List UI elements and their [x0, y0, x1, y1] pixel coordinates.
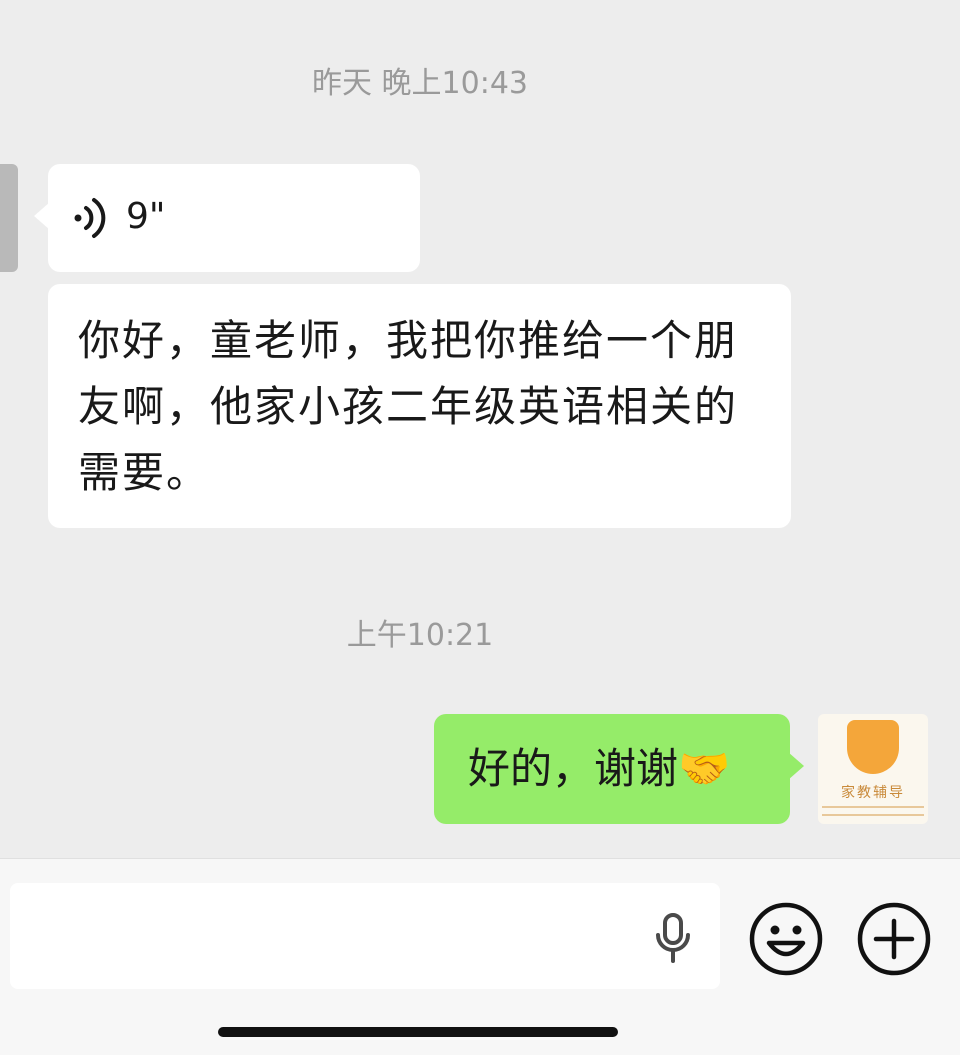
bubble-tail [788, 752, 804, 780]
avatar-text: 家教辅导 [841, 785, 905, 801]
my-avatar[interactable]: 家教辅导 [818, 714, 928, 824]
text-message-bubble[interactable]: 你好，童老师，我把你推给一个朋友啊，他家小孩二年级英语相关的需要。 [48, 284, 791, 528]
avatar-decoration [822, 814, 924, 816]
microphone-icon[interactable] [650, 911, 696, 965]
avatar-decoration [822, 806, 924, 808]
bubble-tail [34, 202, 50, 230]
emoji-icon[interactable] [748, 901, 824, 977]
input-bar [0, 858, 960, 1055]
voice-duration: 9" [126, 196, 166, 237]
message-text: 你好，童老师，我把你推给一个朋友啊，他家小孩二年级英语相关的需要。 [78, 316, 739, 497]
home-indicator[interactable] [218, 1027, 618, 1037]
chat-area: 昨天 晚上10:43 9" 你好，童老师，我把你推给一个朋友啊，他家小孩二年级英… [0, 0, 960, 858]
timestamp: 上午10:21 [346, 618, 494, 653]
timestamp: 昨天 晚上10:43 [312, 66, 528, 101]
avatar-logo-shield [847, 720, 899, 774]
message-text: 好的，谢谢🤝 [468, 744, 731, 793]
voice-wave-icon [74, 198, 106, 238]
plus-icon[interactable] [856, 901, 932, 977]
outgoing-message-bubble[interactable]: 好的，谢谢🤝 [434, 714, 804, 824]
message-input[interactable] [10, 883, 720, 989]
contact-avatar[interactable] [0, 164, 18, 272]
